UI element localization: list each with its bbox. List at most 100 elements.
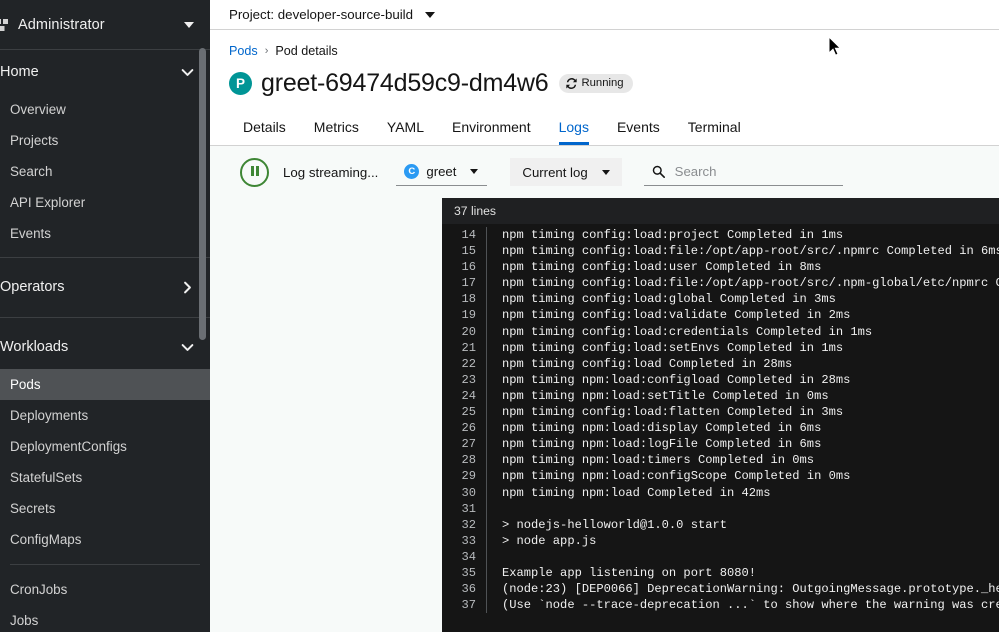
sidebar-group-label: Operators bbox=[0, 279, 181, 295]
sidebar-item-search[interactable]: Search bbox=[0, 156, 210, 187]
log-line: 15npm timing config:load:file:/opt/app-r… bbox=[442, 243, 999, 259]
log-line-text: npm timing npm:load Completed in 42ms bbox=[487, 485, 771, 501]
log-line-number: 33 bbox=[442, 533, 486, 549]
log-line: 26npm timing npm:load:display Completed … bbox=[442, 420, 999, 436]
log-line: 34 bbox=[442, 549, 999, 565]
log-line-number: 37 bbox=[442, 597, 486, 613]
tab-environment[interactable]: Environment bbox=[438, 120, 545, 145]
container-badge: C bbox=[404, 164, 419, 179]
openshift-console: Administrator Home Overview Projects Search… bbox=[0, 0, 999, 632]
sidebar-scrollbar-thumb[interactable] bbox=[199, 48, 206, 340]
log-line: 31 bbox=[442, 501, 999, 517]
sidebar-scrollbar[interactable] bbox=[199, 0, 206, 632]
log-source-select[interactable]: Current log bbox=[510, 158, 621, 186]
log-line: 16npm timing config:load:user Completed … bbox=[442, 259, 999, 275]
tab-events[interactable]: Events bbox=[603, 120, 674, 145]
sidebar-item-events[interactable]: Events bbox=[0, 218, 210, 249]
caret-down-icon bbox=[470, 169, 478, 174]
log-line-number: 32 bbox=[442, 517, 486, 533]
log-line-text: npm timing config:load Completed in 28ms bbox=[487, 356, 792, 372]
log-line-number: 27 bbox=[442, 436, 486, 452]
log-line-number: 35 bbox=[442, 565, 486, 581]
log-line: 29npm timing npm:load:configScope Comple… bbox=[442, 468, 999, 484]
tab-yaml[interactable]: YAML bbox=[373, 120, 438, 145]
log-line: 27npm timing npm:load:logFile Completed … bbox=[442, 436, 999, 452]
log-line-text: npm timing config:load:credentials Compl… bbox=[487, 324, 872, 340]
sidebar-item-label: Secrets bbox=[10, 501, 55, 516]
chevron-down-icon bbox=[184, 22, 194, 28]
sidebar-group-label: Home bbox=[0, 64, 181, 80]
log-line-number: 21 bbox=[442, 340, 486, 356]
sidebar-item-configmaps[interactable]: ConfigMaps bbox=[0, 524, 210, 555]
log-line: 36(node:23) [DEP0066] DeprecationWarning… bbox=[442, 581, 999, 597]
sidebar-item-overview[interactable]: Overview bbox=[0, 94, 210, 125]
sidebar-item-pods[interactable]: Pods bbox=[0, 369, 210, 400]
log-line-text: npm timing config:load:setEnvs Completed… bbox=[487, 340, 843, 356]
log-line-text: > node app.js bbox=[487, 533, 596, 549]
tab-terminal[interactable]: Terminal bbox=[674, 120, 755, 145]
sidebar-item-deploymentconfigs[interactable]: DeploymentConfigs bbox=[0, 431, 210, 462]
log-line: 32> nodejs-helloworld@1.0.0 start bbox=[442, 517, 999, 533]
log-line-text: npm timing config:load:file:/opt/app-roo… bbox=[487, 275, 999, 291]
perspective-switcher[interactable]: Administrator bbox=[0, 0, 210, 50]
log-line-number: 30 bbox=[442, 485, 486, 501]
log-line-text: (node:23) [DEP0066] DeprecationWarning: … bbox=[487, 581, 999, 597]
log-line-text: (Use `node --trace-deprecation ...` to s… bbox=[487, 597, 999, 613]
primary-sidebar: Administrator Home Overview Projects Search… bbox=[0, 0, 210, 632]
cubes-icon bbox=[0, 18, 10, 32]
log-search[interactable] bbox=[644, 158, 843, 186]
log-line-text: npm timing npm:load:setTitle Completed i… bbox=[487, 388, 829, 404]
tab-logs[interactable]: Logs bbox=[545, 120, 603, 145]
sidebar-item-label: ConfigMaps bbox=[10, 532, 81, 547]
breadcrumb-separator: › bbox=[265, 45, 269, 57]
status-badge: Running bbox=[559, 74, 632, 93]
sidebar-item-label: Projects bbox=[10, 133, 58, 148]
breadcrumb-link-pods[interactable]: Pods bbox=[229, 44, 258, 58]
sidebar-divider bbox=[0, 257, 210, 258]
tab-metrics[interactable]: Metrics bbox=[300, 120, 373, 145]
log-line-number: 19 bbox=[442, 307, 486, 323]
log-viewer: 37 lines 14npm timing config:load:projec… bbox=[442, 198, 999, 632]
sidebar-group-toggle-workloads[interactable]: Workloads bbox=[0, 325, 210, 369]
log-line-text: npm timing config:load:file:/opt/app-roo… bbox=[487, 243, 999, 259]
sidebar-item-statefulsets[interactable]: StatefulSets bbox=[0, 462, 210, 493]
log-line: 33> node app.js bbox=[442, 533, 999, 549]
log-line: 19npm timing config:load:validate Comple… bbox=[442, 307, 999, 323]
sidebar-item-label: StatefulSets bbox=[10, 470, 82, 485]
log-line: 30npm timing npm:load Completed in 42ms bbox=[442, 485, 999, 501]
sidebar-item-cronjobs[interactable]: CronJobs bbox=[0, 574, 210, 605]
log-line-number: 28 bbox=[442, 452, 486, 468]
sidebar-group-toggle-home[interactable]: Home bbox=[0, 50, 210, 94]
page-header: Pods › Pod details P greet-69474d59c9-dm… bbox=[210, 30, 999, 104]
sidebar-group-toggle-operators[interactable]: Operators bbox=[0, 265, 210, 309]
log-line: 35Example app listening on port 8080! bbox=[442, 565, 999, 581]
sidebar-item-api-explorer[interactable]: API Explorer bbox=[0, 187, 210, 218]
project-selector[interactable]: Project: developer-source-build bbox=[210, 0, 999, 30]
sidebar-item-deployments[interactable]: Deployments bbox=[0, 400, 210, 431]
log-line-number: 20 bbox=[442, 324, 486, 340]
log-line: 37(Use `node --trace-deprecation ...` to… bbox=[442, 597, 999, 613]
sidebar-item-label: Pods bbox=[10, 377, 41, 392]
sidebar-item-label: Overview bbox=[10, 102, 66, 117]
chevron-down-icon bbox=[181, 341, 194, 354]
log-line-text: Example app listening on port 8080! bbox=[487, 565, 756, 581]
log-line: 28npm timing npm:load:timers Completed i… bbox=[442, 452, 999, 468]
sidebar-item-secrets[interactable]: Secrets bbox=[0, 493, 210, 524]
sidebar-item-jobs[interactable]: Jobs bbox=[0, 605, 210, 632]
log-line-number: 26 bbox=[442, 420, 486, 436]
log-line: 18npm timing config:load:global Complete… bbox=[442, 291, 999, 307]
pause-streaming-button[interactable] bbox=[240, 158, 269, 187]
container-select[interactable]: C greet bbox=[396, 158, 487, 186]
sidebar-item-projects[interactable]: Projects bbox=[0, 125, 210, 156]
log-line: 21npm timing config:load:setEnvs Complet… bbox=[442, 340, 999, 356]
perspective-label: Administrator bbox=[18, 17, 184, 33]
breadcrumb-current: Pod details bbox=[275, 44, 337, 58]
log-line-number: 18 bbox=[442, 291, 486, 307]
log-line-number: 17 bbox=[442, 275, 486, 291]
pod-resource-badge: P bbox=[229, 72, 252, 95]
log-line-list[interactable]: 14npm timing config:load:project Complet… bbox=[442, 224, 999, 632]
page-title: greet-69474d59c9-dm4w6 bbox=[261, 69, 548, 98]
search-input[interactable] bbox=[673, 163, 835, 180]
tab-details[interactable]: Details bbox=[229, 120, 300, 145]
log-line: 17npm timing config:load:file:/opt/app-r… bbox=[442, 275, 999, 291]
